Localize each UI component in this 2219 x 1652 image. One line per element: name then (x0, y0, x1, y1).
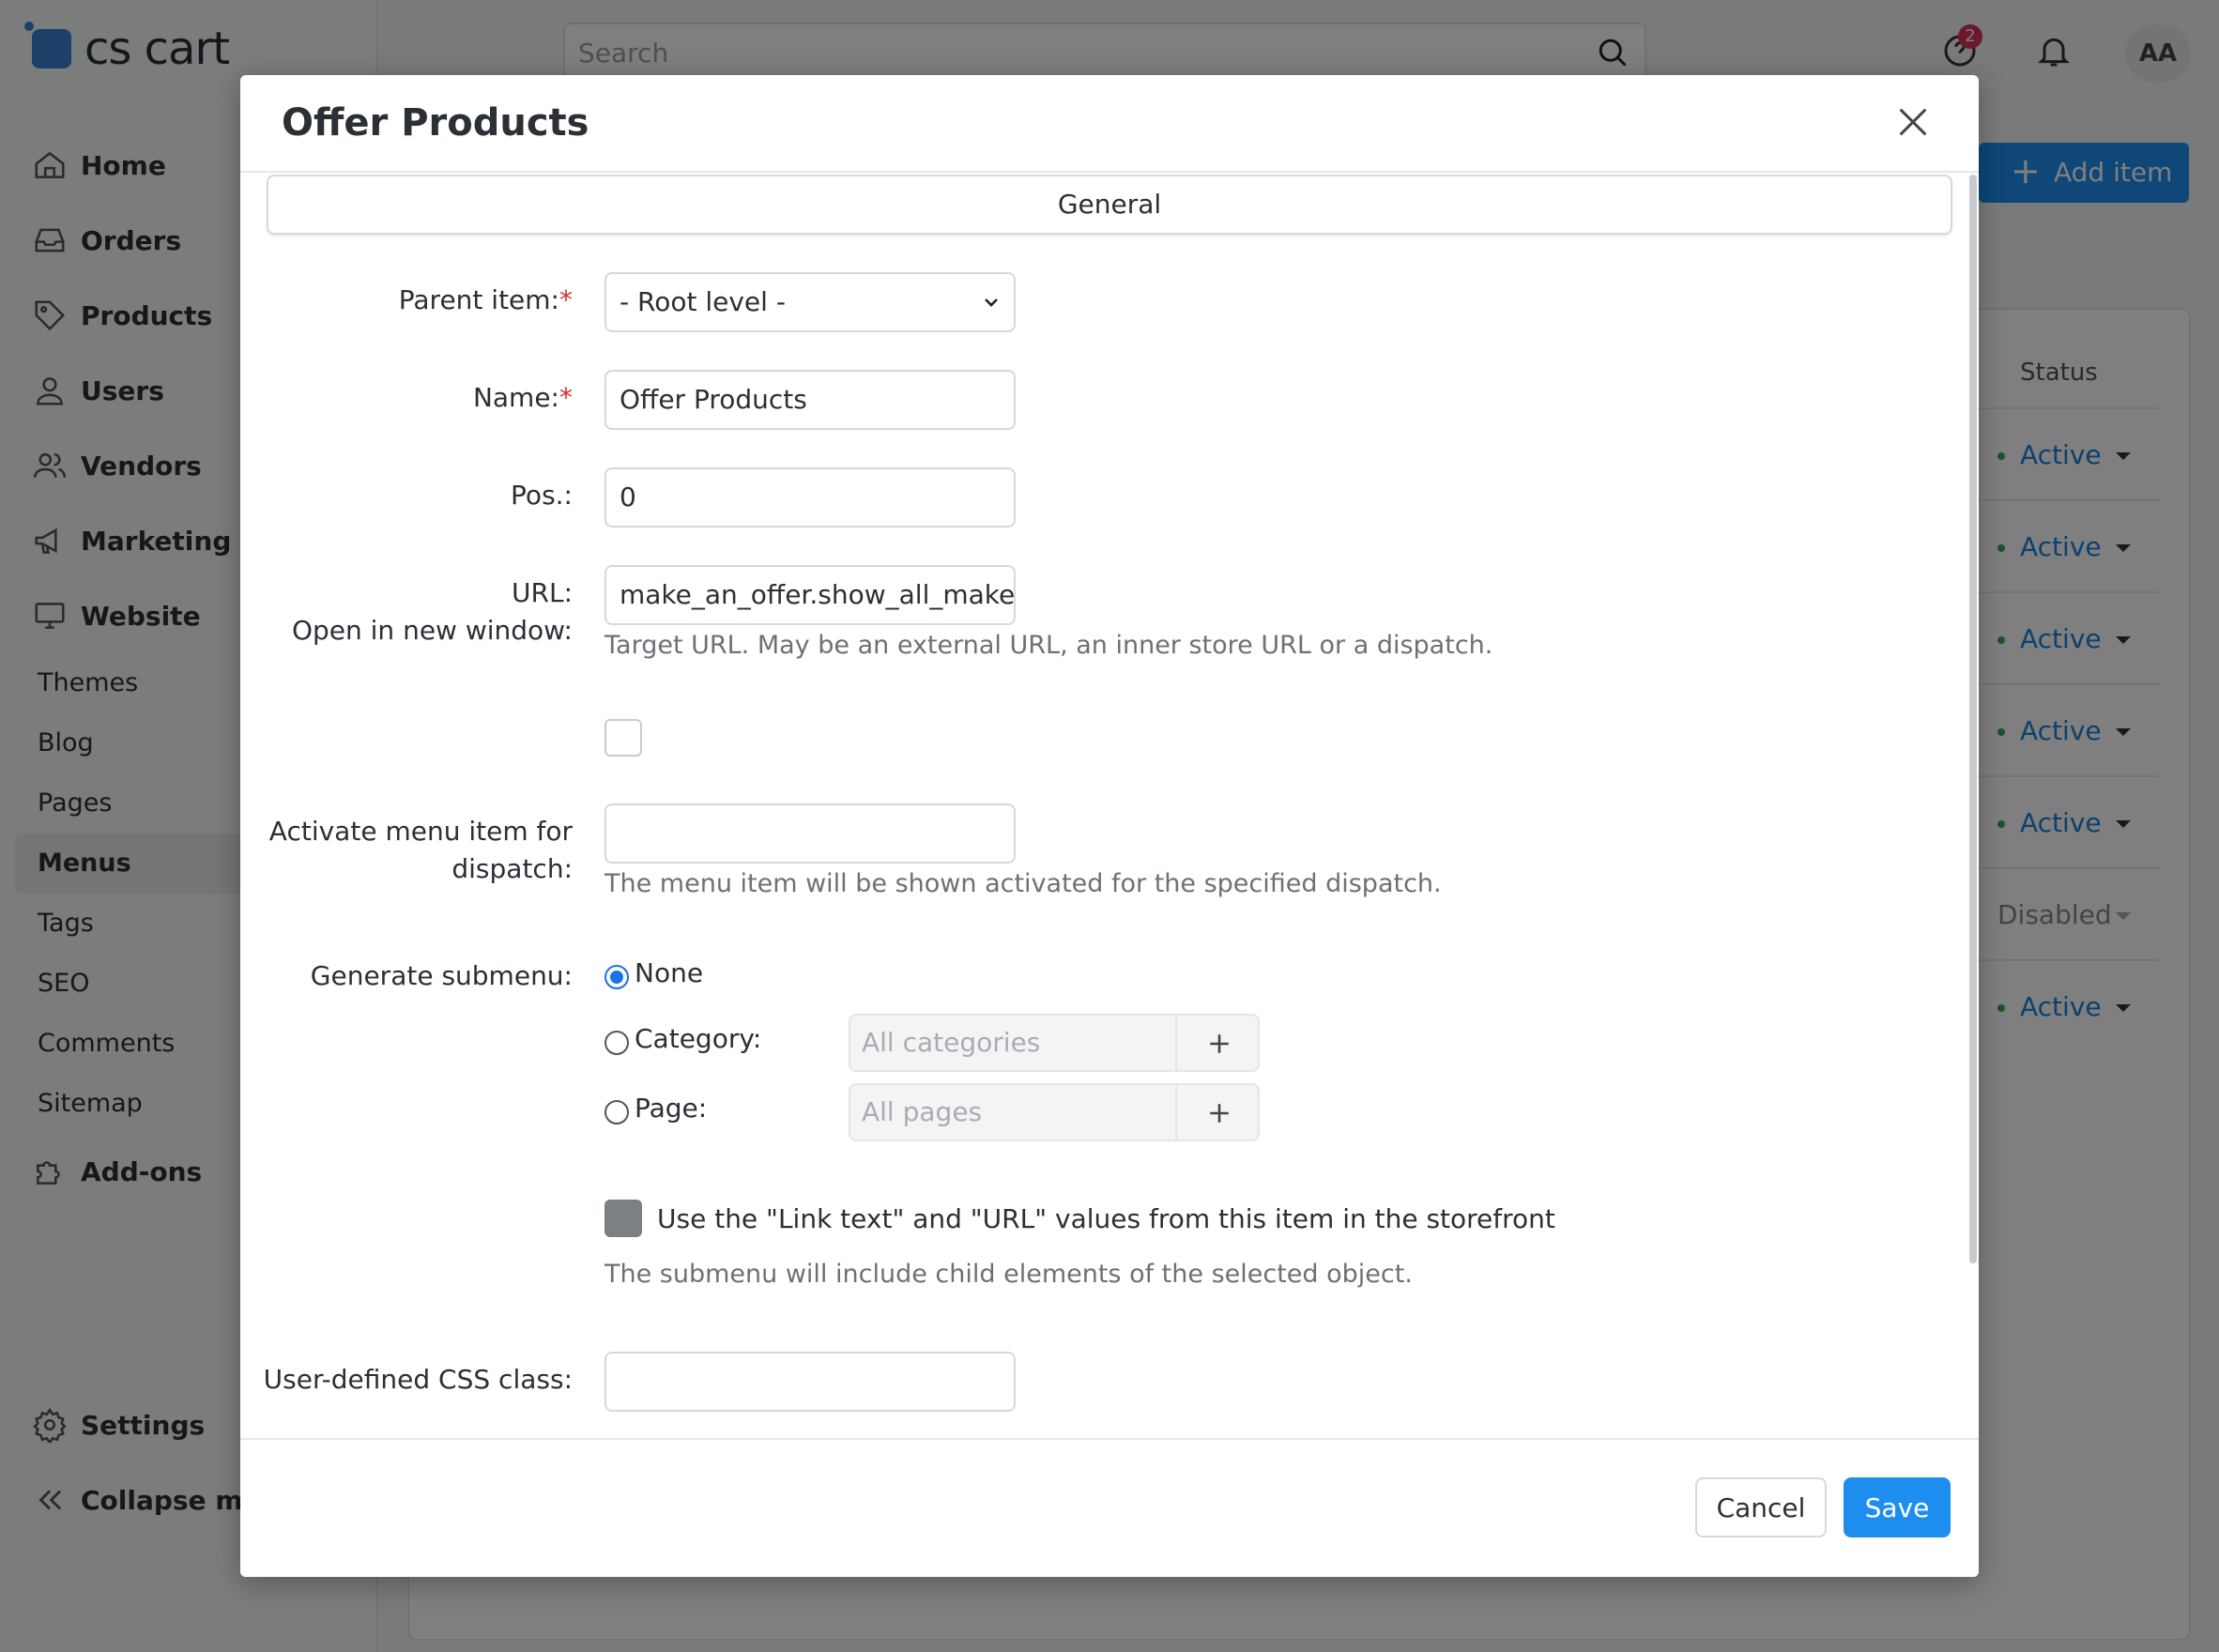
add-page-button[interactable] (1175, 1085, 1258, 1140)
name-field[interactable]: Offer Products (604, 370, 1016, 430)
url-label: URL: (512, 577, 573, 608)
submenu-page-radio[interactable] (604, 1100, 629, 1124)
add-category-button[interactable] (1175, 1016, 1258, 1070)
modal-title: Offer Products (282, 101, 589, 145)
tab-general[interactable]: General (267, 175, 1952, 235)
plus-icon (1210, 1034, 1229, 1053)
css-class-field[interactable] (604, 1352, 1016, 1412)
submenu-help-text: The submenu will include child elements … (604, 1260, 1413, 1289)
name-label: Name:* (473, 379, 573, 417)
page-picker[interactable]: All pages (849, 1083, 1260, 1141)
chevron-down-icon (985, 298, 998, 307)
modal-footer: Cancel Save (240, 1438, 1979, 1577)
category-picker[interactable]: All categories (849, 1014, 1260, 1072)
parent-item-label-text: Parent item: (398, 284, 559, 315)
parent-item-label: Parent item:* (399, 282, 573, 319)
plus-icon (1210, 1104, 1229, 1123)
pos-label: Pos.: (511, 480, 573, 511)
close-icon[interactable] (1894, 103, 1932, 141)
activate-dispatch-label: Activate menu item for dispatch: (269, 813, 573, 888)
submenu-page-label: Page: (635, 1093, 708, 1124)
position-field[interactable]: 0 (604, 467, 1016, 528)
save-button[interactable]: Save (1844, 1477, 1951, 1537)
submenu-category-label: Category: (635, 1023, 762, 1054)
generate-submenu-label: Generate submenu: (310, 960, 573, 991)
parent-item-value: - Root level - (620, 286, 786, 317)
name-label-text: Name: (472, 382, 559, 413)
use-link-text-checkbox[interactable] (604, 1200, 642, 1237)
page-picker-placeholder: All pages (862, 1096, 983, 1127)
submenu-category-radio[interactable] (604, 1031, 629, 1055)
cancel-button[interactable]: Cancel (1695, 1477, 1827, 1537)
modal-body: General Parent item:* - Root level - Nam… (240, 175, 1979, 1438)
offer-products-dialog: Offer Products General Parent item:* - R… (240, 75, 1979, 1577)
parent-item-select[interactable]: - Root level - (604, 272, 1016, 332)
activate-dispatch-help-text: The menu item will be shown activated fo… (604, 869, 1442, 898)
category-picker-placeholder: All categories (862, 1027, 1041, 1058)
open-in-new-window-checkbox[interactable] (604, 719, 642, 757)
activate-dispatch-label-line2: dispatch: (451, 853, 573, 884)
new-window-label: Open in new window: (291, 615, 573, 646)
submenu-none-label: None (635, 957, 704, 988)
activate-dispatch-label-line1: Activate menu item for (268, 816, 573, 847)
required-marker: * (559, 284, 573, 315)
modal-header: Offer Products (240, 75, 1979, 173)
css-class-label: User-defined CSS class: (263, 1364, 573, 1395)
activate-dispatch-field[interactable] (604, 803, 1016, 864)
url-field[interactable]: make_an_offer.show_all_make_an_offer (604, 565, 1016, 625)
submenu-none-radio[interactable] (604, 965, 629, 989)
use-link-text-label: Use the "Link text" and "URL" values fro… (657, 1203, 1555, 1234)
url-help-text: Target URL. May be an external URL, an i… (604, 631, 1493, 660)
required-marker: * (559, 382, 573, 413)
